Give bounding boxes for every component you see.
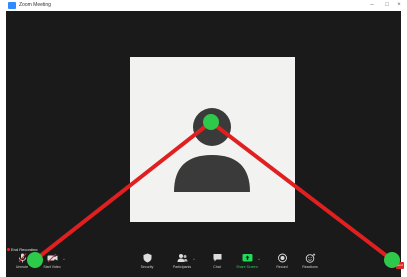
security-button[interactable]: Security <box>133 252 161 276</box>
participants-button[interactable]: Participants <box>168 252 196 276</box>
meeting-toolbar: Unmute Start Video ^ Security Participan… <box>6 251 401 277</box>
video-options-caret-icon[interactable]: ^ <box>63 257 65 262</box>
close-button[interactable]: × <box>392 0 406 11</box>
participants-options-caret-icon[interactable]: ^ <box>193 257 195 262</box>
zoom-window: Zoom Meeting – □ × End Recording Unmute <box>0 0 407 277</box>
shield-icon <box>143 253 151 263</box>
chat-icon <box>213 254 221 262</box>
chat-button[interactable]: Chat <box>203 252 231 276</box>
security-label: Security <box>140 265 154 269</box>
meeting-area <box>6 11 401 251</box>
reactions-label: Reactions <box>302 265 318 269</box>
unmute-label: Unmute <box>15 265 29 269</box>
user-avatar-icon <box>174 105 250 192</box>
minimize-button[interactable]: – <box>365 0 379 11</box>
participants-icon <box>177 254 187 262</box>
unmute-button[interactable]: Unmute <box>8 252 36 276</box>
share-screen-icon <box>242 254 252 262</box>
microphone-muted-icon <box>18 253 26 263</box>
video-camera-off-icon <box>47 253 57 263</box>
title-bar: Zoom Meeting – □ × <box>6 0 401 11</box>
start-video-label: Start Video <box>43 265 61 269</box>
end-meeting-button[interactable]: End <box>396 262 404 269</box>
window-title: Zoom Meeting <box>19 2 51 8</box>
share-screen-button[interactable]: Share Screen <box>233 252 261 276</box>
chat-label: Chat <box>213 265 221 269</box>
record-icon <box>277 253 287 263</box>
start-video-button[interactable]: Start Video <box>38 252 66 276</box>
record-button[interactable]: Record <box>268 252 296 276</box>
share-options-caret-icon[interactable]: ^ <box>258 257 260 262</box>
record-label: Record <box>276 265 288 269</box>
participants-label: Participants <box>172 265 192 269</box>
share-screen-label: Share Screen <box>236 265 258 269</box>
participant-tile[interactable] <box>130 57 295 222</box>
zoom-app-icon <box>8 2 16 9</box>
reactions-button[interactable]: Reactions <box>296 252 324 276</box>
reactions-icon <box>305 253 315 263</box>
